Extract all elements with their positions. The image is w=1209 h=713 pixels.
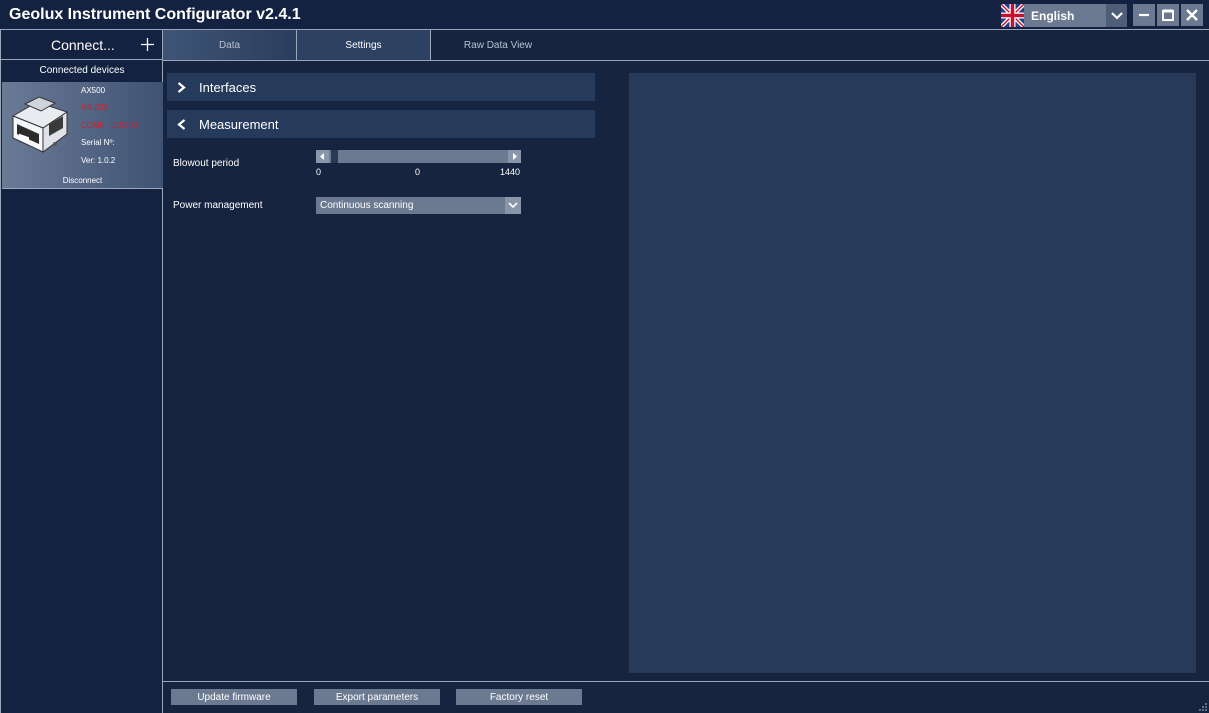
- slider-max-label: 1440: [500, 167, 521, 177]
- blowout-period-label: Blowout period: [173, 158, 240, 169]
- measurement-section-label: Measurement: [199, 116, 279, 132]
- disconnect-button[interactable]: Disconnect: [2, 176, 163, 185]
- slider-value-label: 0: [415, 167, 421, 177]
- chevron-right-icon: [177, 81, 191, 93]
- power-management-select[interactable]: Continuous scanning: [316, 197, 521, 214]
- plus-icon: [141, 35, 154, 55]
- connect-button[interactable]: Connect...: [1, 30, 163, 60]
- chevron-down-icon[interactable]: [505, 197, 521, 214]
- resize-grip-icon[interactable]: [1196, 701, 1208, 712]
- tab-data[interactable]: Data: [163, 30, 297, 60]
- details-pane: [629, 73, 1196, 673]
- measurement-section-header[interactable]: Measurement: [167, 110, 595, 138]
- slider-left-arrow-icon[interactable]: [316, 150, 329, 163]
- device-serial: Serial Nº:: [81, 138, 115, 147]
- maximize-button[interactable]: [1157, 4, 1179, 26]
- minimize-button[interactable]: [1133, 4, 1155, 26]
- blowout-period-slider[interactable]: [316, 150, 521, 163]
- factory-reset-button[interactable]: Factory reset: [456, 689, 582, 705]
- device-card[interactable]: AX500 RS-232 COM5 - 115200 Serial Nº: Ve…: [2, 82, 163, 189]
- update-firmware-button[interactable]: Update firmware: [171, 689, 297, 705]
- device-sidebar: Connect... Connected devices AX500 RS-23…: [0, 30, 163, 713]
- tab-settings[interactable]: Settings: [297, 30, 431, 60]
- device-protocol: RS-232: [81, 103, 109, 112]
- slider-thumb[interactable]: [331, 150, 338, 163]
- tab-raw-data-view[interactable]: Raw Data View: [431, 30, 565, 60]
- language-label: English: [1031, 8, 1075, 23]
- chevron-left-icon: [177, 118, 191, 130]
- interfaces-section-label: Interfaces: [199, 79, 257, 95]
- slider-right-arrow-icon[interactable]: [508, 150, 521, 163]
- close-icon: [1186, 9, 1198, 21]
- sensor-device-icon: [11, 96, 69, 153]
- app-title: Geolux Instrument Configurator v2.4.1: [9, 6, 301, 23]
- device-name: AX500: [81, 86, 106, 95]
- main-tabs: Data Settings Raw Data View: [163, 30, 1209, 61]
- maximize-icon: [1162, 9, 1174, 21]
- close-button[interactable]: [1181, 4, 1203, 26]
- language-select[interactable]: English: [1001, 4, 1127, 27]
- chevron-down-icon[interactable]: [1106, 4, 1127, 27]
- device-port: COM5 - 115200: [81, 121, 138, 130]
- connect-label: Connect...: [51, 36, 115, 53]
- slider-min-label: 0: [316, 167, 322, 177]
- export-parameters-button[interactable]: Export parameters: [314, 689, 440, 705]
- minimize-icon: [1139, 13, 1149, 17]
- connected-devices-label: Connected devices: [39, 65, 125, 76]
- interfaces-section-header[interactable]: Interfaces: [167, 73, 595, 101]
- power-management-value: Continuous scanning: [320, 200, 414, 211]
- uk-flag-icon: [1001, 4, 1024, 27]
- device-version: Ver: 1.0.2: [81, 156, 116, 165]
- title-bar: Geolux Instrument Configurator v2.4.1 En…: [0, 0, 1209, 30]
- power-management-label: Power management: [173, 200, 263, 211]
